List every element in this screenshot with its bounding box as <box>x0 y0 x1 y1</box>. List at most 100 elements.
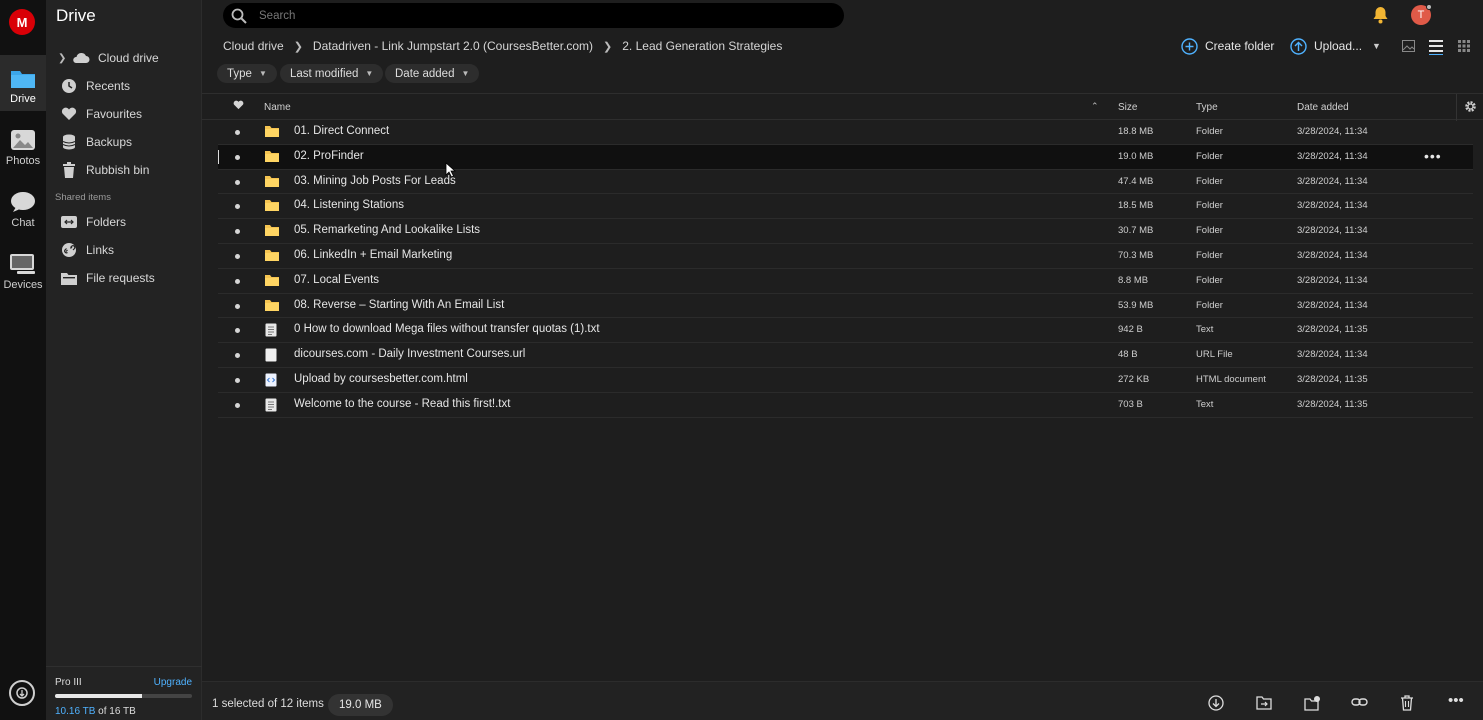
selection-count: 1 selected of 12 items <box>212 698 324 710</box>
photo-icon <box>11 130 35 150</box>
file-size: 18.8 MB <box>1118 126 1154 137</box>
table-row[interactable]: 02. ProFinder 19.0 MB Folder 3/28/2024, 11:… <box>218 144 1473 170</box>
filter-date-added[interactable]: Date added ▼ <box>385 64 480 83</box>
file-date-added: 3/28/2024, 11:34 <box>1297 349 1368 361</box>
storage-usage: 10.16 TB of 16 TB <box>55 706 136 717</box>
table-row[interactable]: 06. LinkedIn + Email Marketing 70.3 MB Fol… <box>218 244 1473 269</box>
favourite-toggle[interactable] <box>235 229 240 235</box>
column-header-date-added[interactable]: Date added <box>1297 102 1349 113</box>
file-name: 06. LinkedIn + Email Marketing <box>294 248 453 261</box>
notifications-bell-icon[interactable] <box>1372 6 1389 29</box>
table-row[interactable]: 07. Local Events 8.8 MB Folder 3/28/2024, 1… <box>218 269 1473 294</box>
file-name: 07. Local Events <box>294 273 380 286</box>
rail-item-drive[interactable]: Drive <box>0 55 46 111</box>
table-row[interactable]: 03. Mining Job Posts For Leads 47.4 MB Fol… <box>218 170 1473 195</box>
thumbnail-view-icon[interactable] <box>1402 39 1415 57</box>
chevron-down-icon: ▼ <box>258 69 267 78</box>
sidebar-item-recents[interactable]: Recents <box>46 74 202 98</box>
table-row[interactable]: 04. Listening Stations 18.5 MB Folder 3/28/… <box>218 194 1473 220</box>
table-row[interactable]: Welcome to the course - Read this first!… <box>218 393 1473 418</box>
file-size: 47.4 MB <box>1118 175 1154 187</box>
get-link-icon[interactable] <box>1351 695 1368 714</box>
delete-trash-icon[interactable] <box>1400 695 1414 716</box>
favourite-toggle[interactable] <box>235 130 240 135</box>
sidebar-item-links[interactable]: Links <box>46 238 202 262</box>
column-header-type[interactable]: Type <box>1196 102 1218 113</box>
file-size: 48 B <box>1118 349 1138 361</box>
download-icon[interactable] <box>1208 695 1224 716</box>
sidebar-item-backups[interactable]: Backups <box>46 130 202 154</box>
user-avatar[interactable]: T <box>1411 4 1432 25</box>
rail-item-chat[interactable]: Chat <box>0 179 46 235</box>
sidebar-item-favourites[interactable]: Favourites <box>46 102 202 126</box>
file-date-added: 3/28/2024, 11:34 <box>1297 299 1368 311</box>
filter-type[interactable]: Type ▼ <box>217 64 277 83</box>
column-header-size[interactable]: Size <box>1118 102 1137 113</box>
sort-ascending-icon[interactable]: ⌃ <box>1091 101 1099 112</box>
sidebar-item-label: Cloud drive <box>98 51 159 65</box>
database-icon <box>60 134 78 150</box>
file-date-added: 3/28/2024, 11:35 <box>1297 373 1368 385</box>
upload-label: Upload... <box>1314 39 1363 53</box>
chat-icon <box>11 192 35 212</box>
row-more-options-icon[interactable]: ••• <box>1424 148 1442 164</box>
breadcrumb-item[interactable]: Datadriven - Link Jumpstart 2.0 (Courses… <box>313 39 593 53</box>
table-row[interactable]: 05. Remarketing And Lookalike Lists 30.7 … <box>218 219 1473 244</box>
upload-button[interactable]: Upload... ▼ <box>1290 36 1381 56</box>
upgrade-link[interactable]: Upgrade <box>154 677 192 688</box>
favourite-column-heart-icon[interactable] <box>233 100 244 113</box>
more-options-icon[interactable]: ••• <box>1448 692 1464 709</box>
file-request-folder-icon <box>60 270 78 286</box>
table-row[interactable]: Upload by coursesbetter.com.html 272 KB HT… <box>218 368 1473 393</box>
favourite-toggle[interactable] <box>235 278 240 284</box>
chevron-right-icon[interactable]: ❯ <box>58 53 70 64</box>
rail-item-devices[interactable]: Devices <box>0 241 46 297</box>
column-settings-gear-icon[interactable] <box>1464 100 1477 116</box>
search-input[interactable] <box>259 9 799 22</box>
filter-last-modified[interactable]: Last modified ▼ <box>280 64 384 83</box>
shared-items-heading: Shared items <box>55 192 111 203</box>
mega-logo[interactable]: M <box>9 9 35 35</box>
rail-item-photos[interactable]: Photos <box>0 117 46 173</box>
table-row[interactable]: 08. Reverse – Starting With An Email Lis… <box>218 294 1473 319</box>
table-row[interactable]: dicourses.com - Daily Investment Courses… <box>218 343 1473 368</box>
favourite-toggle[interactable] <box>235 377 240 383</box>
heart-icon <box>60 106 78 122</box>
favourite-toggle[interactable] <box>235 253 240 259</box>
breadcrumb-item[interactable]: Cloud drive <box>223 39 284 53</box>
chevron-down-icon[interactable]: ▼ <box>1372 41 1381 51</box>
devices-icon <box>10 254 35 274</box>
sidebar: Drive ❯ Cloud drive Recents Favourites B… <box>46 0 202 720</box>
file-size: 942 B <box>1118 324 1143 336</box>
folder-icon <box>11 71 35 88</box>
favourite-toggle[interactable] <box>235 402 240 408</box>
favourite-toggle[interactable] <box>235 328 240 334</box>
table-row[interactable]: 01. Direct Connect 18.8 MB Folder 3/28/2024… <box>218 120 1473 145</box>
upload-arrow-icon <box>1290 37 1307 55</box>
breadcrumb-item-current[interactable]: 2. Lead Generation Strategies <box>622 39 782 53</box>
transfer-manager-icon[interactable] <box>9 680 35 706</box>
favourite-toggle[interactable] <box>235 154 240 160</box>
move-to-folder-icon[interactable] <box>1256 695 1272 715</box>
favourite-toggle[interactable] <box>235 179 240 185</box>
sidebar-item-shared-folders[interactable]: Folders <box>46 210 202 234</box>
table-row[interactable]: 0 How to download Mega files without tra… <box>218 318 1473 344</box>
favourite-toggle[interactable] <box>235 204 240 210</box>
filter-label: Last modified <box>290 67 359 80</box>
rail-label-devices: Devices <box>3 279 43 291</box>
shared-folder-icon <box>60 214 78 230</box>
sidebar-item-file-requests[interactable]: File requests <box>46 266 202 290</box>
file-name: 0 How to download Mega files without tra… <box>294 323 600 336</box>
sidebar-item-cloud-drive[interactable]: ❯ Cloud drive <box>46 46 202 70</box>
share-folder-icon[interactable] <box>1304 695 1321 716</box>
favourite-toggle[interactable] <box>235 303 240 309</box>
column-header-name[interactable]: Name <box>264 102 291 113</box>
grid-view-icon[interactable] <box>1458 39 1470 57</box>
search-bar[interactable] <box>223 3 844 28</box>
favourite-toggle[interactable] <box>235 353 240 359</box>
folder-icon <box>265 125 279 140</box>
create-folder-button[interactable]: Create folder <box>1181 36 1274 56</box>
file-type: Text <box>1196 324 1214 336</box>
sidebar-item-rubbish-bin[interactable]: Rubbish bin <box>46 158 202 182</box>
list-view-icon[interactable] <box>1428 39 1444 60</box>
